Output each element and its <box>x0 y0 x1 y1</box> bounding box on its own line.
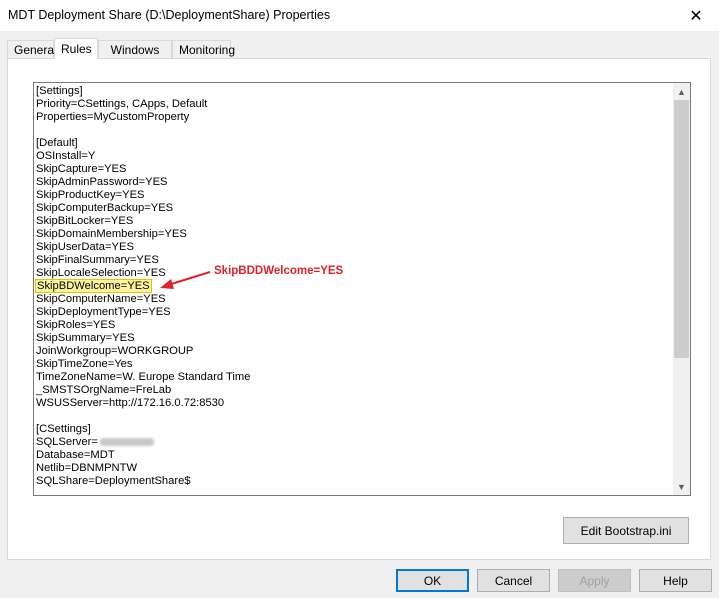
rules-line-text: JoinWorkgroup=WORKGROUP <box>36 345 194 357</box>
vertical-scrollbar[interactable]: ▲ ▼ <box>673 83 690 495</box>
cancel-button[interactable]: Cancel <box>477 569 550 592</box>
rules-line-text: SkipSummary=YES <box>36 332 135 344</box>
scroll-down-button[interactable]: ▼ <box>673 478 690 495</box>
rules-line: [Settings] <box>36 85 672 98</box>
rules-line: OSInstall=Y <box>36 150 672 163</box>
rules-line: SkipBitLocker=YES <box>36 215 672 228</box>
rules-line: SkipCapture=YES <box>36 163 672 176</box>
rules-line: Properties=MyCustomProperty <box>36 111 672 124</box>
rules-line: SkipDomainMembership=YES <box>36 228 672 241</box>
annotation-label: SkipBDDWelcome=YES <box>214 265 344 277</box>
rules-line-text: SkipRoles=YES <box>36 319 116 331</box>
rules-line-text: OSInstall=Y <box>36 150 96 162</box>
rules-line: [CSettings] <box>36 423 672 436</box>
rules-line-text: SkipLocaleSelection=YES <box>36 267 166 279</box>
rules-line: SkipProductKey=YES <box>36 189 672 202</box>
rules-line-text: SkipCapture=YES <box>36 163 127 175</box>
rules-line: SkipComputerName=YES <box>36 293 672 306</box>
chevron-up-icon: ▲ <box>677 86 686 97</box>
ok-button[interactable]: OK <box>396 569 469 592</box>
close-button[interactable]: ✕ <box>673 0 719 31</box>
rules-line-text: Priority=CSettings, CApps, Default <box>36 98 208 110</box>
rules-line-text: SkipDeploymentType=YES <box>36 306 171 318</box>
rules-line: [Default] <box>36 137 672 150</box>
rules-line: WSUSServer=http://172.16.0.72:8530 <box>36 397 672 410</box>
rules-line-text: Netlib=DBNMPNTW <box>36 462 138 474</box>
rules-line: SQLShare=DeploymentShare$ <box>36 475 672 488</box>
highlighted-rule-line: SkipBDWelcome=YES <box>35 279 672 293</box>
rules-line: Netlib=DBNMPNTW <box>36 462 672 475</box>
rules-line-text: SkipTimeZone=Yes <box>36 358 133 370</box>
rules-line-text: SkipUserData=YES <box>36 241 134 253</box>
rules-line-text: SQLShare=DeploymentShare$ <box>36 475 191 487</box>
rules-line: Priority=CSettings, CApps, Default <box>36 98 672 111</box>
rules-line-text: WSUSServer=http://172.16.0.72:8530 <box>36 397 225 409</box>
rules-line-text: SkipComputerBackup=YES <box>36 202 174 214</box>
rules-line-text: Properties=MyCustomProperty <box>36 111 190 123</box>
rules-line: SQLServer= <box>36 436 672 449</box>
rules-line-text: SkipAdminPassword=YES <box>36 176 168 188</box>
edit-bootstrap-button[interactable]: Edit Bootstrap.ini <box>563 517 689 544</box>
rules-line-text: SQLServer= <box>36 436 98 448</box>
rules-line <box>36 124 672 137</box>
rules-line-text: SkipComputerName=YES <box>36 293 166 305</box>
title-bar: MDT Deployment Share (D:\DeploymentShare… <box>0 0 719 31</box>
tab-monitoring[interactable]: Monitoring <box>172 40 235 58</box>
rules-text-lines: [Settings] Priority=CSettings, CApps, Def… <box>35 85 672 488</box>
rules-line-text: SkipBitLocker=YES <box>36 215 134 227</box>
rules-line-text: Database=MDT <box>36 449 115 461</box>
rules-line-text: SkipFinalSummary=YES <box>36 254 159 266</box>
rules-line-text: TimeZoneName=W. Europe Standard Time <box>36 371 251 383</box>
rules-line: SkipRoles=YES <box>36 319 672 332</box>
rules-line: Database=MDT <box>36 449 672 462</box>
window-title: MDT Deployment Share (D:\DeploymentShare… <box>8 8 331 22</box>
tab-rules[interactable]: Rules <box>54 38 98 59</box>
rules-textbox[interactable]: [Settings] Priority=CSettings, CApps, Def… <box>33 82 691 496</box>
rules-line-text: _SMSTSOrgName=FreLab <box>36 384 172 396</box>
chevron-down-icon: ▼ <box>677 481 686 492</box>
rules-line: SkipDeploymentType=YES <box>36 306 672 319</box>
rules-line: _SMSTSOrgName=FreLab <box>36 384 672 397</box>
rules-line: JoinWorkgroup=WORKGROUP <box>36 345 672 358</box>
rules-line: SkipAdminPassword=YES <box>36 176 672 189</box>
scroll-up-button[interactable]: ▲ <box>673 83 690 100</box>
scrollbar-thumb[interactable] <box>674 100 689 358</box>
rules-line: SkipLocaleSelection=YES <box>36 267 672 280</box>
close-icon: ✕ <box>689 7 703 25</box>
rules-line-text: SkipDomainMembership=YES <box>36 228 187 240</box>
rules-line: SkipComputerBackup=YES <box>36 202 672 215</box>
rules-panel: [Settings] Priority=CSettings, CApps, Def… <box>7 58 711 560</box>
rules-line: TimeZoneName=W. Europe Standard Time <box>36 371 672 384</box>
help-button[interactable]: Help <box>639 569 712 592</box>
rules-line: SkipUserData=YES <box>36 241 672 254</box>
rules-line <box>36 410 672 423</box>
rules-line-text: [CSettings] <box>36 423 91 435</box>
rules-line: SkipSummary=YES <box>36 332 672 345</box>
tab-general[interactable]: General <box>7 40 57 58</box>
rules-line-text: SkipBDWelcome=YES <box>35 279 152 293</box>
redacted-value <box>99 438 154 447</box>
apply-button[interactable]: Apply <box>558 569 631 592</box>
rules-line-text: SkipProductKey=YES <box>36 189 145 201</box>
tab-windows-pe[interactable]: Windows PE <box>98 40 172 75</box>
rules-line-text: [Default] <box>36 137 78 149</box>
rules-line: SkipFinalSummary=YES <box>36 254 672 267</box>
rules-line: SkipTimeZone=Yes <box>36 358 672 371</box>
rules-line-text: [Settings] <box>36 85 83 97</box>
